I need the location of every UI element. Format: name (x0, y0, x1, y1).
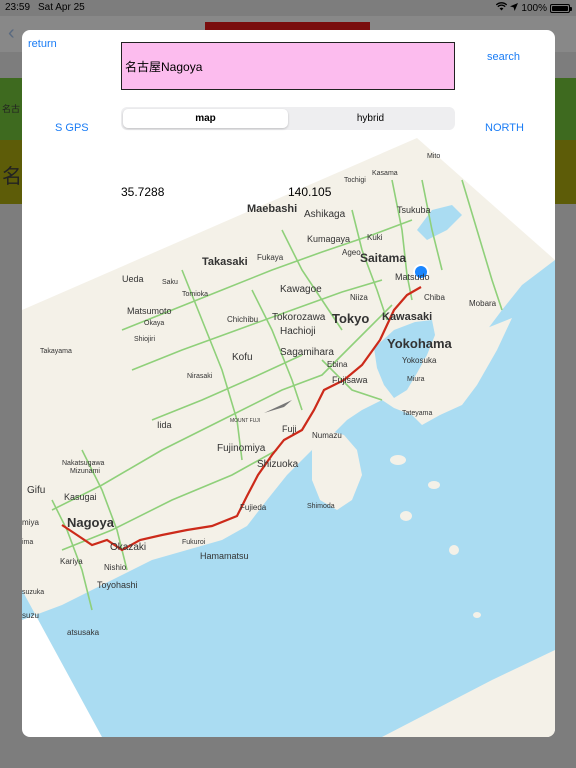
map-label-okaya: Okaya (144, 320, 164, 327)
map-label-matsumoto: Matsumoto (127, 306, 172, 316)
background-row-small-text: 名古 (2, 104, 21, 114)
map-label-ichinomiya: miya (22, 518, 39, 527)
map-label-takayama: Takayama (40, 348, 72, 355)
map-label-kasugai: Kasugai (64, 492, 97, 502)
map-label-matsusaka: atsusaka (67, 628, 100, 637)
map-label-nishio: Nishio (104, 563, 127, 572)
map-sheet: Mito Tochigi Kasama Maebashi Ashikaga Ku… (22, 30, 555, 737)
map-label-niiza: Niiza (350, 293, 368, 302)
map-label-takasaki: Takasaki (202, 256, 248, 268)
map-label-sagamihara: Sagamihara (280, 347, 334, 358)
map-label-tochigi: Tochigi (344, 177, 366, 184)
map-label-kumagaya: Kumagaya (307, 234, 350, 244)
map-label-tokorozawa: Tokorozawa (272, 312, 326, 323)
map-label-kasama: Kasama (372, 170, 398, 177)
map-label-matsudo: Matsudo (395, 272, 430, 282)
map-label-saitama: Saitama (360, 251, 406, 265)
map-label-hamamatsu: Hamamatsu (200, 551, 249, 561)
map-label-maebashi: Maebashi (247, 203, 297, 215)
map-label-yokosuka: Yokosuka (402, 356, 437, 365)
map-label-ageo: Ageo (342, 248, 361, 257)
battery-icon (550, 3, 572, 13)
map-type-segmented-control: map hybrid (121, 107, 455, 130)
background-row-big-text: 名 (2, 166, 22, 188)
longitude-readout: 140.105 (288, 185, 332, 199)
return-button[interactable]: return (28, 38, 57, 50)
map-label-tsukuba: Tsukuba (397, 205, 431, 215)
map-label-hachioji: Hachioji (280, 326, 316, 337)
map-label-shizuoka: Shizuoka (257, 459, 299, 470)
battery-percent: 100% (521, 2, 547, 14)
latitude-readout: 35.7288 (121, 185, 165, 199)
map-island (400, 511, 412, 521)
location-arrow-icon (510, 2, 519, 14)
map-label-tokyo: Tokyo (332, 311, 369, 326)
map-label-fujinomiya: Fujinomiya (217, 443, 266, 454)
map-label-mobara: Mobara (469, 299, 497, 308)
map-island (390, 455, 406, 465)
map-island (473, 612, 481, 618)
status-date: Sat Apr 25 (38, 2, 85, 13)
gps-button[interactable]: S GPS (55, 122, 89, 134)
map-label-fujisawa: Fujisawa (332, 375, 368, 385)
map-label-fukuroi: Fukuroi (182, 539, 206, 546)
search-button[interactable]: search (487, 51, 520, 63)
map-label-gifu: Gifu (27, 485, 45, 496)
north-button[interactable]: NORTH (485, 122, 524, 134)
map-label-nagoya: Nagoya (67, 515, 115, 530)
map-label-kawagoe: Kawagoe (280, 284, 322, 295)
background-back-chevron-icon: ‹ (8, 22, 15, 44)
map-label-iida: Iida (157, 420, 172, 430)
map-label-yokohama: Yokohama (387, 336, 453, 351)
map-label-suzuka: suzuka (22, 589, 44, 596)
map-label-toyohashi: Toyohashi (97, 580, 138, 590)
map-label-fukaya: Fukaya (257, 253, 284, 262)
map-island (449, 545, 459, 555)
map-label-mito: Mito (427, 153, 440, 160)
map-island (428, 481, 440, 489)
map-label-kariya: Kariya (60, 557, 83, 566)
search-input[interactable]: 名古屋Nagoya (121, 42, 455, 90)
map-label-tateyama: Tateyama (402, 410, 432, 417)
map-label-numazu: Numazu (312, 431, 342, 440)
map-label-tomioka: Tomioka (182, 291, 208, 298)
map-label-chichibu: Chichibu (227, 315, 258, 324)
map-label-fuji: Fuji (282, 424, 297, 434)
segment-hybrid[interactable]: hybrid (288, 109, 453, 128)
map-label-shimoda: Shimoda (307, 503, 335, 510)
map-view[interactable]: Mito Tochigi Kasama Maebashi Ashikaga Ku… (22, 30, 555, 737)
wifi-icon (496, 2, 508, 14)
status-right: 100% (496, 2, 572, 14)
map-label-nakatsugawa: Nakatsugawa (62, 460, 105, 467)
map-label-suzu: suzu (22, 611, 39, 620)
map-label-saku: Saku (162, 279, 178, 286)
status-time: 23:59 (5, 2, 31, 13)
map-label-miura: Miura (407, 376, 425, 383)
map-label-chiba: Chiba (424, 293, 445, 302)
map-label-mizunami: Mizunami (70, 468, 100, 475)
segment-map[interactable]: map (123, 109, 288, 128)
map-label-mount-fuji: MOUNT FUJI (230, 418, 260, 424)
status-bar: 23:59 Sat Apr 25 100% (0, 0, 576, 16)
battery-fill (552, 5, 568, 11)
map-label-kuki: Kuki (367, 233, 383, 242)
map-label-ima: ima (22, 539, 33, 546)
map-label-ashikaga: Ashikaga (304, 209, 346, 220)
map-label-fujieda: Fujieda (240, 503, 267, 512)
map-label-ueda: Ueda (122, 274, 144, 284)
map-label-kawasaki: Kawasaki (382, 311, 432, 323)
map-label-ebina: Ebina (327, 360, 348, 369)
map-label-nirasaki: Nirasaki (187, 373, 213, 380)
map-label-okazaki: Okazaki (110, 542, 146, 553)
map-label-shiojiri: Shiojiri (134, 336, 155, 343)
map-label-kofu: Kofu (232, 352, 253, 363)
